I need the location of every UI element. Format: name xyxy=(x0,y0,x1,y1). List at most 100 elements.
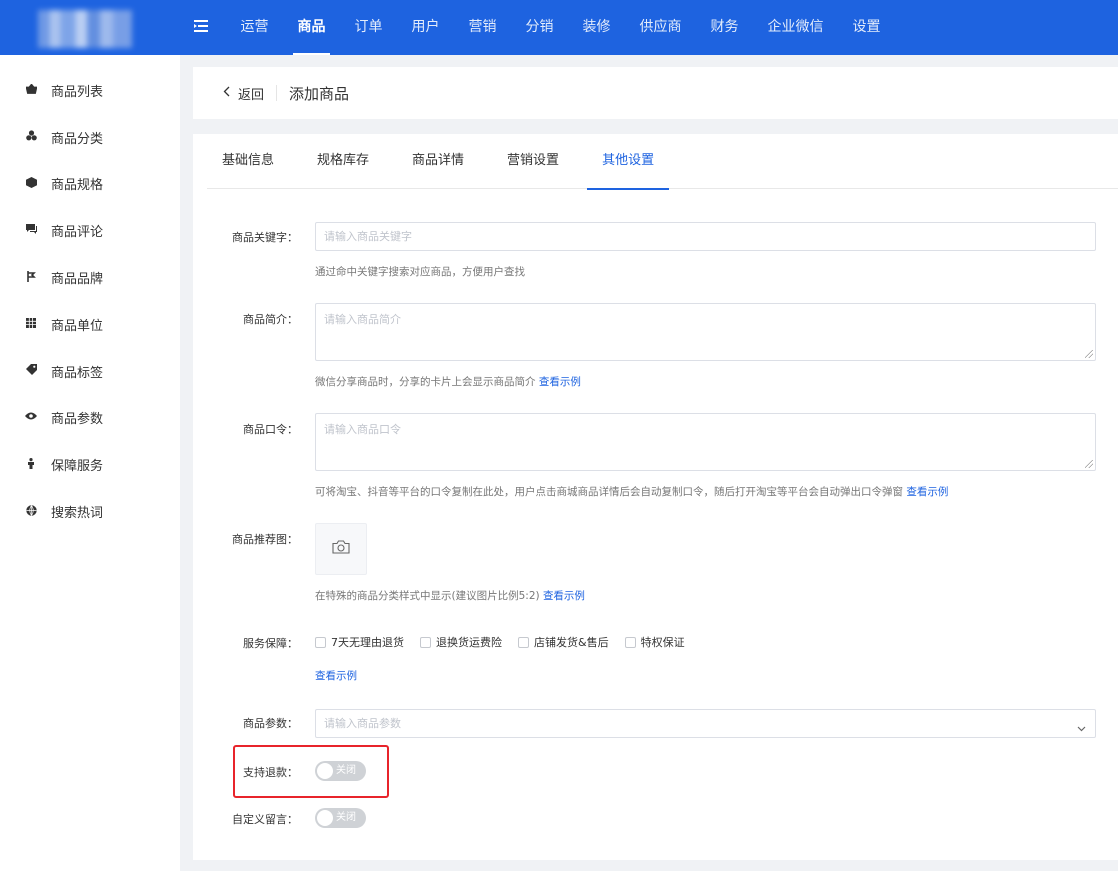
sidebar-item-product-tag[interactable]: 商品标签 xyxy=(0,348,180,395)
switch-knob xyxy=(317,810,333,826)
sidebar-item-label: 商品分类 xyxy=(51,131,104,147)
sidebar-item-label: 商品规格 xyxy=(51,178,104,194)
service-checkbox-store-shipping[interactable]: 店铺发货&售后 xyxy=(518,634,609,650)
sidebar-item-product-brand[interactable]: 商品品牌 xyxy=(0,254,180,301)
back-button[interactable]: 返回 xyxy=(223,84,264,103)
comment-icon xyxy=(25,224,37,237)
eye-icon xyxy=(25,412,37,423)
brand-icon xyxy=(25,270,37,285)
tab-other-settings[interactable]: 其他设置 xyxy=(587,134,670,190)
cube-icon xyxy=(25,176,37,191)
sidebar-item-label: 搜索热词 xyxy=(51,506,104,522)
image-upload-button[interactable] xyxy=(315,523,367,575)
tab-spec-stock[interactable]: 规格库存 xyxy=(302,134,384,189)
nav-item-marketing[interactable]: 营销 xyxy=(454,0,511,55)
sidebar-item-product-review[interactable]: 商品评论 xyxy=(0,207,180,254)
sidebar-item-product-params[interactable]: 商品参数 xyxy=(0,395,180,442)
sidebar-item-label: 商品参数 xyxy=(51,412,104,428)
nav-item-operations[interactable]: 运营 xyxy=(226,0,283,55)
top-navbar: 运营 商品 订单 用户 营销 分销 装修 供应商 财务 企业微信 设置 xyxy=(0,0,1118,55)
sidebar-item-hot-search[interactable]: 搜索热词 xyxy=(0,488,180,535)
sidebar-item-label: 商品单位 xyxy=(51,318,104,334)
password-textarea[interactable]: 请输入商品口令 xyxy=(315,413,1096,471)
checkbox-label: 店铺发货&售后 xyxy=(534,636,609,649)
nav-item-users[interactable]: 用户 xyxy=(397,0,454,55)
checkbox-label: 7天无理由退货 xyxy=(331,636,404,649)
nav-item-products[interactable]: 商品 xyxy=(283,0,340,55)
checkbox-box xyxy=(420,636,431,648)
top-nav: 运营 商品 订单 用户 营销 分销 装修 供应商 财务 企业微信 设置 xyxy=(226,0,895,55)
keywords-input[interactable]: 请输入商品关键字 xyxy=(315,222,1096,251)
password-placeholder: 请输入商品口令 xyxy=(324,423,401,436)
checkbox-box xyxy=(518,636,529,648)
nav-item-suppliers[interactable]: 供应商 xyxy=(625,0,696,55)
sidebar-item-product-list[interactable]: 商品列表 xyxy=(0,67,180,114)
params-placeholder: 请输入商品参数 xyxy=(324,717,401,730)
password-example-link[interactable]: 查看示例 xyxy=(906,486,948,498)
nav-item-finance[interactable]: 财务 xyxy=(696,0,753,55)
password-hint: 可将淘宝、抖音等平台的口令复制在此处，用户点击商城商品详情后会自动复制口令，随后… xyxy=(315,484,948,499)
keywords-hint: 通过命中关键字搜索对应商品，方便用户查找 xyxy=(315,266,525,278)
sidebar-item-label: 商品标签 xyxy=(51,365,104,381)
nav-item-distribution[interactable]: 分销 xyxy=(511,0,568,55)
header-divider xyxy=(276,85,278,101)
params-label: 商品参数： xyxy=(243,717,298,730)
sidebar-item-guarantee[interactable]: 保障服务 xyxy=(0,441,180,488)
nav-item-decoration[interactable]: 装修 xyxy=(568,0,625,55)
intro-hint: 微信分享商品时，分享的卡片上会显示商品简介 查看示例 xyxy=(315,374,581,389)
back-label: 返回 xyxy=(238,87,265,103)
page-header: 返回 添加商品 xyxy=(193,67,1118,119)
tab-marketing[interactable]: 营销设置 xyxy=(492,134,574,189)
category-icon xyxy=(25,130,37,144)
sidebar-item-label: 商品品牌 xyxy=(51,272,104,288)
sidebar-item-product-spec[interactable]: 商品规格 xyxy=(0,161,180,208)
grid-icon xyxy=(25,317,37,331)
nav-item-settings[interactable]: 设置 xyxy=(838,0,895,55)
sidebar-item-label: 商品评论 xyxy=(51,225,104,241)
recommend-image-example-link[interactable]: 查看示例 xyxy=(543,590,585,602)
tag-icon xyxy=(25,364,37,378)
person-icon xyxy=(25,457,37,472)
sidebar-item-label: 商品列表 xyxy=(51,84,104,100)
recommend-image-label: 商品推荐图： xyxy=(232,533,298,546)
tab-product-detail[interactable]: 商品详情 xyxy=(397,134,479,189)
intro-placeholder: 请输入商品简介 xyxy=(324,313,401,326)
intro-label: 商品简介： xyxy=(243,313,298,326)
service-checkbox-7day-return[interactable]: 7天无理由退货 xyxy=(315,634,404,650)
service-label: 服务保障： xyxy=(243,637,298,650)
page-title: 添加商品 xyxy=(289,84,350,103)
keywords-label: 商品关键字： xyxy=(232,231,298,244)
resize-handle[interactable] xyxy=(1085,460,1093,468)
password-hint-text: 可将淘宝、抖音等平台的口令复制在此处，用户点击商城商品详情后会自动复制口令，随后… xyxy=(315,486,903,498)
service-checkbox-privilege[interactable]: 特权保证 xyxy=(624,634,685,650)
checkbox-label: 特权保证 xyxy=(640,636,685,649)
checkbox-label: 退换货运费险 xyxy=(436,636,502,649)
password-label: 商品口令： xyxy=(243,423,298,436)
nav-item-wecom[interactable]: 企业微信 xyxy=(753,0,838,55)
menu-toggle-icon[interactable] xyxy=(194,19,208,36)
logo-blurred xyxy=(38,10,132,48)
switch-text: 关闭 xyxy=(336,812,356,823)
intro-textarea[interactable]: 请输入商品简介 xyxy=(315,303,1096,361)
checkbox-box xyxy=(315,636,326,648)
service-example-link[interactable]: 查看示例 xyxy=(315,668,357,683)
logo xyxy=(0,0,180,55)
resize-handle[interactable] xyxy=(1085,350,1093,358)
tab-bar: 基础信息 规格库存 商品详情 营销设置 其他设置 xyxy=(207,134,1118,190)
service-checkbox-freight-insurance[interactable]: 退换货运费险 xyxy=(420,634,502,650)
chevron-down-icon xyxy=(1077,717,1086,732)
params-select[interactable]: 请输入商品参数 xyxy=(315,709,1096,738)
sidebar-item-label: 保障服务 xyxy=(51,459,104,475)
sidebar-item-product-category[interactable]: 商品分类 xyxy=(0,114,180,161)
globe-icon xyxy=(25,504,37,519)
nav-item-orders[interactable]: 订单 xyxy=(340,0,397,55)
sidebar-item-product-unit[interactable]: 商品单位 xyxy=(0,301,180,348)
camera-icon xyxy=(332,540,350,558)
checkbox-box xyxy=(624,636,636,648)
custom-message-switch[interactable]: 关闭 xyxy=(315,808,366,828)
basket-icon xyxy=(24,83,38,97)
custom-message-label: 自定义留言： xyxy=(232,813,298,826)
intro-example-link[interactable]: 查看示例 xyxy=(539,376,581,388)
tab-basic-info[interactable]: 基础信息 xyxy=(207,134,289,189)
intro-hint-text: 微信分享商品时，分享的卡片上会显示商品简介 xyxy=(315,376,536,388)
